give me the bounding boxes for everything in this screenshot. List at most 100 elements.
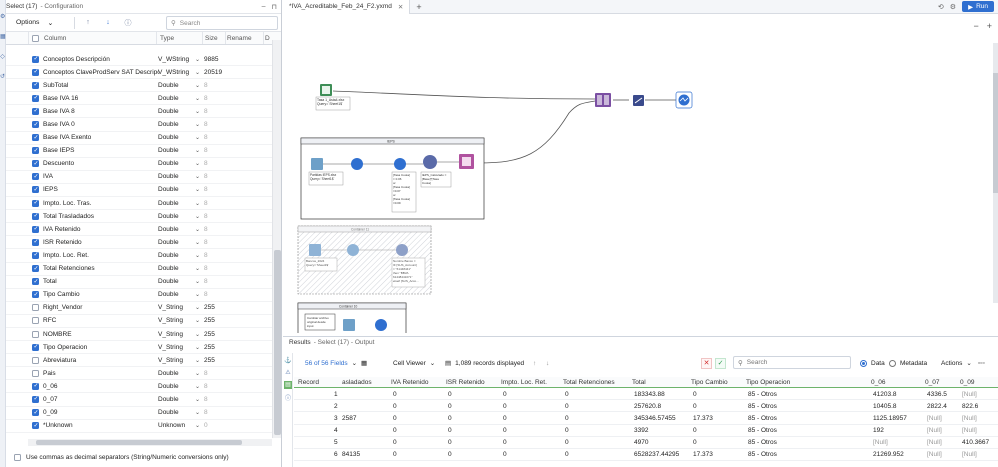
- join-tool[interactable]: [595, 93, 611, 107]
- chevron-down-icon[interactable]: ⌄: [195, 317, 200, 324]
- table-cell[interactable]: [Null]: [962, 427, 977, 434]
- table-row[interactable]: 1 0 0 0 0 183343.88 0 85 - Otros 41203.8 4336.5 [N…: [294, 388, 998, 401]
- chevron-down-icon[interactable]: ⌄: [195, 331, 200, 338]
- field-row[interactable]: Right_Vendor V_String ⌄ 255: [6, 302, 272, 315]
- table-row[interactable]: 2 0 0 0 0 257620.8 0 85 - Otros 10405.8 2822.4 822…: [294, 400, 998, 413]
- field-size[interactable]: 8: [204, 252, 208, 259]
- chevron-down-icon[interactable]: ⌄: [195, 121, 200, 128]
- history-icon[interactable]: ⟲: [938, 3, 944, 11]
- field-checkbox[interactable]: [32, 199, 39, 207]
- chevron-down-icon[interactable]: ⌄: [195, 69, 200, 76]
- field-row[interactable]: ISR RetenidoDouble⌄8: [6, 236, 272, 250]
- table-cell[interactable]: [Null]: [962, 451, 977, 458]
- table-cell[interactable]: 1: [334, 391, 338, 398]
- field-row[interactable]: Conceptos DescripciónV_WString⌄9885: [6, 53, 272, 67]
- field-checkbox[interactable]: [32, 317, 39, 325]
- table-cell[interactable]: 6528237.44295: [634, 451, 679, 458]
- run-button[interactable]: ▶ Run: [962, 1, 994, 12]
- tools-icon[interactable]: ▦: [0, 34, 6, 40]
- chevron-down-icon[interactable]: ⌄: [195, 383, 200, 390]
- field-size[interactable]: 8: [204, 186, 208, 193]
- field-row[interactable]: Base IEPSDouble⌄8: [6, 145, 272, 158]
- field-size[interactable]: 8: [204, 213, 208, 220]
- table-cell[interactable]: [Null]: [927, 427, 942, 434]
- field-checkbox[interactable]: [32, 147, 39, 155]
- field-size[interactable]: 255: [204, 304, 215, 311]
- config-search-input[interactable]: ⚲ Search: [166, 16, 278, 30]
- table-cell[interactable]: 257620.8: [634, 403, 661, 410]
- field-row[interactable]: 0_06Double⌄8: [6, 380, 272, 394]
- field-row[interactable]: TotalDouble⌄8: [6, 276, 272, 289]
- table-cell[interactable]: 0: [693, 427, 697, 434]
- field-size[interactable]: 8: [204, 265, 208, 272]
- column-header[interactable]: Record: [298, 379, 319, 386]
- table-row[interactable]: 4 0 0 0 0 3392 0 85 - Otros 192 [Null] [Null]: [294, 425, 998, 437]
- table-cell[interactable]: 0: [565, 451, 569, 458]
- table-cell[interactable]: 84135: [342, 451, 360, 458]
- field-checkbox[interactable]: [32, 68, 39, 76]
- config-horizontal-scrollbar[interactable]: [28, 439, 272, 446]
- table-cell[interactable]: 2: [334, 403, 338, 410]
- column-header[interactable]: Total Retenciones: [563, 379, 615, 386]
- chevron-down-icon[interactable]: ⌄: [195, 278, 200, 285]
- chevron-down-icon[interactable]: ⌄: [195, 396, 200, 403]
- table-cell[interactable]: 410.3667: [962, 439, 989, 446]
- field-row[interactable]: SubTotalDouble⌄8: [6, 79, 272, 93]
- field-row[interactable]: Conceptos ClaveProdServ SAT DescripciónV…: [6, 66, 272, 80]
- table-cell[interactable]: 0: [393, 439, 397, 446]
- table-cell[interactable]: 6: [334, 451, 338, 458]
- chevron-down-icon[interactable]: ⌄: [195, 213, 200, 220]
- close-icon[interactable]: ✕: [398, 3, 403, 11]
- field-checkbox[interactable]: [32, 422, 39, 430]
- field-size[interactable]: 8: [204, 291, 208, 298]
- table-cell[interactable]: 0: [503, 415, 507, 422]
- table-cell[interactable]: 4336.5: [927, 391, 947, 398]
- field-size[interactable]: 8: [204, 108, 208, 115]
- filter-icon[interactable]: ▦: [361, 359, 367, 367]
- field-checkbox[interactable]: [32, 356, 39, 364]
- input-data-tool[interactable]: [320, 84, 332, 96]
- field-size[interactable]: 8: [204, 200, 208, 207]
- tag-icon[interactable]: ◇: [0, 54, 5, 60]
- table-cell[interactable]: 85 - Otros: [748, 427, 777, 434]
- size-header[interactable]: Size: [205, 35, 218, 42]
- select-all-checkbox[interactable]: [32, 35, 39, 42]
- table-cell[interactable]: 345346.57455: [634, 415, 676, 422]
- field-size[interactable]: 8: [204, 278, 208, 285]
- field-size[interactable]: 255: [204, 331, 215, 338]
- table-cell[interactable]: 0: [503, 403, 507, 410]
- field-size[interactable]: 8: [204, 370, 208, 377]
- chevron-down-icon[interactable]: ⌄: [195, 173, 200, 180]
- data-radio[interactable]: Data: [860, 359, 885, 367]
- field-row[interactable]: IEPSDouble⌄8: [6, 184, 272, 198]
- move-down-icon[interactable]: ↓: [101, 17, 115, 29]
- column-header[interactable]: 0_09: [960, 379, 974, 386]
- table-cell[interactable]: 17.373: [693, 451, 713, 458]
- field-row[interactable]: IVADouble⌄8: [6, 171, 272, 184]
- table-cell[interactable]: [Null]: [962, 391, 977, 398]
- field-row[interactable]: Pais Double ⌄ 8: [6, 367, 272, 381]
- chevron-down-icon[interactable]: ⌄: [195, 160, 200, 167]
- field-size[interactable]: 8: [204, 226, 208, 233]
- apply-button[interactable]: ✓: [715, 357, 726, 369]
- scrollbar-thumb[interactable]: [274, 250, 281, 435]
- table-cell[interactable]: 0: [503, 391, 507, 398]
- chevron-down-icon[interactable]: ⌄: [195, 186, 200, 193]
- table-cell[interactable]: 822.6: [962, 403, 978, 410]
- info-icon[interactable]: ⓘ: [284, 393, 292, 402]
- field-row[interactable]: RFC V_String ⌄ 255: [6, 315, 272, 328]
- field-checkbox[interactable]: [32, 251, 39, 259]
- field-checkbox[interactable]: [32, 134, 39, 142]
- field-size[interactable]: 20519: [204, 69, 222, 76]
- field-row[interactable]: Base IVA 16Double⌄8: [6, 92, 272, 106]
- help-icon[interactable]: ⓘ: [121, 17, 135, 29]
- workflow-canvas[interactable]: − + Tasa 1_Asta4.xlsx Query=`Sheet1$` IE…: [283, 15, 998, 333]
- more-icon[interactable]: ▫▫▫: [978, 360, 985, 367]
- chevron-down-icon[interactable]: ⌄: [195, 95, 200, 102]
- field-size[interactable]: 8: [204, 95, 208, 102]
- table-cell[interactable]: 0: [503, 451, 507, 458]
- field-row[interactable]: DescuentoDouble⌄8: [6, 158, 272, 171]
- table-cell[interactable]: 0: [565, 391, 569, 398]
- column-header[interactable]: 0_07: [925, 379, 939, 386]
- table-cell[interactable]: 0: [503, 427, 507, 434]
